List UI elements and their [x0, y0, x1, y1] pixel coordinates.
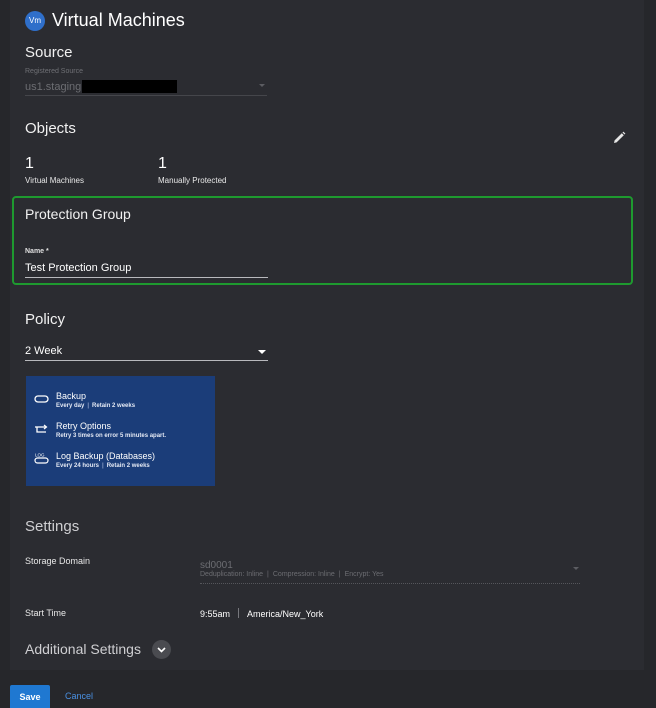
svg-text:LOG: LOG: [35, 453, 45, 458]
source-heading: Source: [25, 44, 73, 61]
backup-detail: Every day | Retain 2 weeks: [56, 403, 136, 409]
policy-caret-icon: [258, 350, 266, 354]
log-backup-title: Log Backup (Databases): [56, 451, 156, 461]
time-separator: [238, 608, 240, 618]
storage-domain-value: sd0001: [200, 560, 233, 571]
retry-title: Retry Options: [56, 421, 112, 431]
backup-frequency: Every day: [56, 403, 85, 409]
retry-detail: Retry 3 times on error 5 minutes apart.: [56, 433, 167, 439]
edit-pencil-icon[interactable]: [611, 130, 627, 146]
policy-heading: Policy: [25, 311, 66, 328]
start-time: 9:55am: [200, 609, 231, 619]
retry-icon: [35, 424, 48, 433]
expand-additional-settings-button[interactable]: [152, 640, 171, 659]
registered-source-caret-icon: [259, 84, 265, 87]
registered-source-underline: [25, 95, 267, 96]
manually-protected-label: Manually Protected: [158, 176, 227, 185]
storage-domain-label: Storage Domain: [25, 556, 91, 566]
vm-badge-icon: Vm: [25, 11, 45, 31]
main-panel: [10, 0, 644, 670]
log-backup-retention: Retain 2 weeks: [106, 463, 150, 469]
protection-group-heading: Protection Group: [25, 206, 131, 222]
policy-summary-card: Backup Every day | Retain 2 weeks Retry Op…: [26, 376, 215, 486]
log-backup-icon: LOG: [34, 453, 49, 464]
compression-detail: Compression: Inline: [272, 571, 335, 578]
settings-heading: Settings: [25, 518, 80, 535]
storage-domain-details: Deduplication: Inline | Compression: Inlin…: [200, 571, 384, 578]
backup-icon: [34, 395, 49, 403]
policy-selected-value: 2 Week: [25, 345, 63, 357]
storage-domain-underline: [200, 583, 580, 584]
log-backup-detail: Every 24 hours | Retain 2 weeks: [56, 463, 150, 469]
redaction-bar: [82, 80, 177, 93]
backup-retention: Retain 2 weeks: [92, 403, 136, 409]
policy-select[interactable]: 2 Week: [25, 344, 268, 361]
chevron-down-icon: [157, 647, 166, 653]
additional-settings-heading: Additional Settings: [25, 641, 141, 657]
page-title: Virtual Machines: [52, 10, 185, 30]
save-button[interactable]: Save: [10, 685, 50, 708]
encrypt-detail: Encrypt: Yes: [344, 571, 384, 578]
vm-count: 1: [25, 155, 34, 172]
log-backup-frequency: Every 24 hours: [56, 463, 100, 469]
name-field-label: Name *: [25, 248, 49, 255]
backup-title: Backup: [56, 391, 87, 401]
manually-protected-count: 1: [158, 155, 167, 172]
cancel-button[interactable]: Cancel: [65, 691, 93, 701]
registered-source-label: Registered Source: [25, 68, 83, 75]
protection-group-name-input[interactable]: [25, 259, 268, 278]
start-time-label: Start Time: [25, 608, 67, 618]
dedup-detail: Deduplication: Inline: [200, 571, 264, 578]
vm-count-label: Virtual Machines: [25, 176, 84, 185]
start-time-value[interactable]: 9:55am America/New_York: [200, 608, 323, 619]
registered-source-value: us1.staging: [25, 81, 82, 93]
timezone: America/New_York: [247, 609, 324, 619]
storage-domain-caret-icon: [573, 567, 579, 570]
objects-heading: Objects: [25, 120, 76, 137]
